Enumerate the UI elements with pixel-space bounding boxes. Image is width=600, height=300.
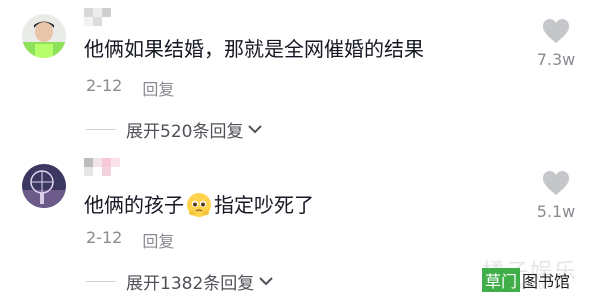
- divider: [86, 129, 116, 130]
- heart-icon: [542, 19, 570, 48]
- comment-meta: 2-12 回复: [86, 228, 174, 252]
- like-button[interactable]: 7.3w: [526, 18, 586, 69]
- watermark-label: 草门 图书馆: [482, 268, 570, 292]
- reply-button[interactable]: 回复: [142, 228, 174, 252]
- chevron-down-icon: [258, 272, 274, 292]
- watermark-name: 图书馆: [522, 272, 571, 291]
- like-count: 5.1w: [536, 202, 576, 221]
- watermark: 橘子娱乐 HAPPYJUZI.COM 草门 图书馆: [476, 258, 596, 296]
- like-button[interactable]: 5.1w: [526, 170, 586, 221]
- avatar[interactable]: [22, 164, 66, 208]
- username-blurred[interactable]: [84, 158, 130, 176]
- reply-button[interactable]: 回复: [142, 76, 174, 100]
- expand-replies-label: 展开1382条回复: [126, 274, 255, 294]
- comment-text: 他俩如果结婚，那就是全网催婚的结果: [84, 37, 424, 61]
- expand-replies-label: 展开520条回复: [126, 122, 244, 142]
- divider: [86, 281, 116, 282]
- chevron-down-icon: [247, 120, 263, 140]
- comment-date: 2-12: [86, 228, 123, 247]
- username-blurred[interactable]: [84, 8, 130, 26]
- avatar[interactable]: [22, 14, 66, 58]
- like-count: 7.3w: [536, 50, 576, 69]
- comment-text: 他俩的孩子 指定吵死了: [84, 192, 314, 218]
- expand-replies-button[interactable]: 展开1382条回复: [86, 269, 274, 294]
- watermark-badge: 草门: [482, 268, 521, 292]
- comment-text-part: 他俩的孩子: [84, 193, 184, 217]
- heart-icon: [542, 171, 570, 200]
- comment-date: 2-12: [86, 76, 123, 95]
- comment-text-part: 指定吵死了: [214, 193, 314, 217]
- comment-item: 他俩如果结婚，那就是全网催婚的结果 2-12 回复 展开520条回复 7.3w: [0, 0, 600, 150]
- comment-meta: 2-12 回复: [86, 76, 174, 100]
- pleading-face-emoji-icon: [186, 192, 212, 218]
- expand-replies-button[interactable]: 展开520条回复: [86, 117, 263, 142]
